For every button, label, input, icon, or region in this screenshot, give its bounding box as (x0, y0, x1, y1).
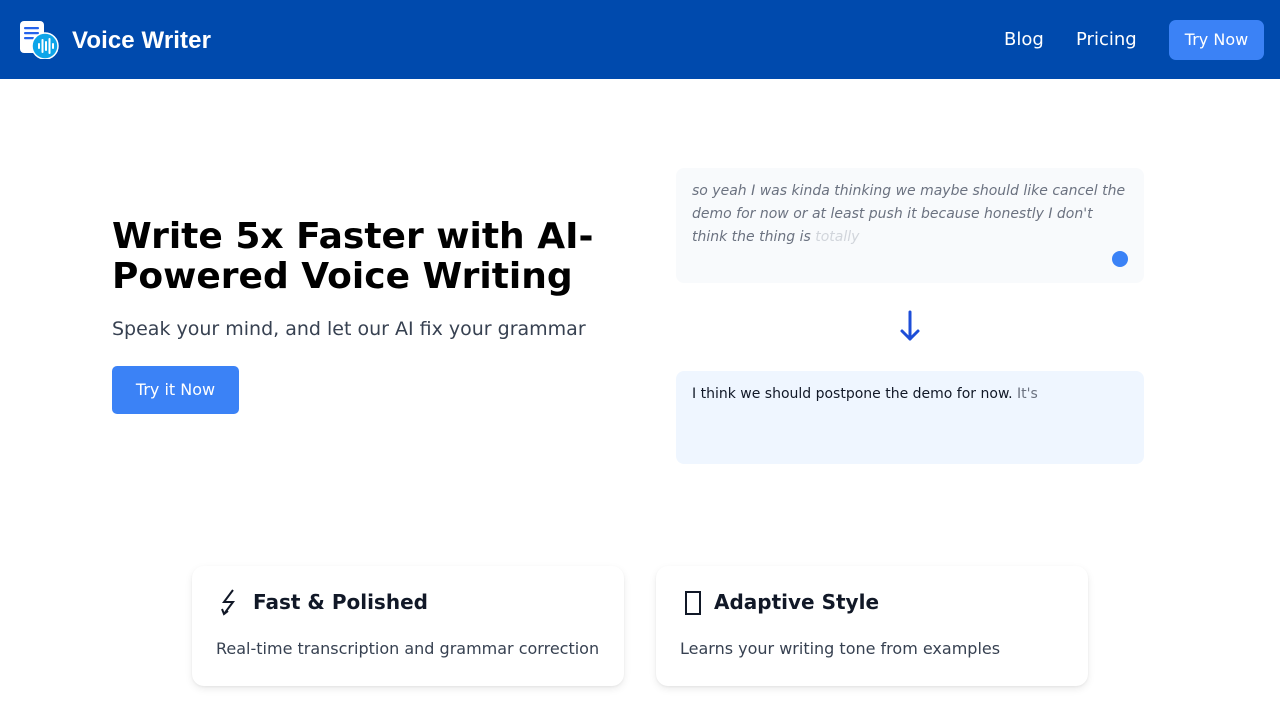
feature-card-adaptive-style: Adaptive Style Learns your writing tone … (656, 566, 1088, 686)
try-it-now-button[interactable]: Try it Now (112, 366, 239, 414)
missing-glyph-icon (680, 584, 706, 618)
recording-indicator (1112, 251, 1128, 267)
polished-output-pending: It's (1017, 386, 1038, 402)
brand-name[interactable]: Voice Writer (72, 26, 211, 56)
feature-description: Learns your writing tone from examples (680, 639, 1001, 658)
try-now-button[interactable]: Try Now (1169, 20, 1264, 60)
raw-transcript-main: so yeah I was kinda thinking we maybe sh… (692, 183, 1126, 245)
document-soundwave-icon[interactable] (18, 19, 60, 60)
polished-output-main: I think we should postpone the demo for … (692, 386, 1013, 402)
feature-title: Adaptive Style (714, 590, 880, 614)
raw-transcript-fading-word: totally (815, 229, 860, 245)
arrow-down-icon (895, 306, 925, 346)
polished-output-box: I think we should postpone the demo for … (676, 371, 1144, 464)
feature-card-fast-polished: Fast & Polished Real-time transcription … (192, 566, 624, 686)
feature-title: Fast & Polished (253, 590, 428, 614)
top-nav: Voice Writer Blog Pricing Try Now (0, 0, 1280, 79)
hero-title: Write 5x Faster with AI-Powered Voice Wr… (112, 216, 594, 297)
nav-link-pricing[interactable]: Pricing (1076, 28, 1137, 52)
polished-output-text: I think we should postpone the demo for … (692, 383, 1128, 405)
hero-subtitle: Speak your mind, and let our AI fix your… (112, 318, 586, 340)
raw-transcript-box: so yeah I was kinda thinking we maybe sh… (676, 168, 1144, 283)
raw-transcript-text: so yeah I was kinda thinking we maybe sh… (692, 180, 1128, 249)
nav-link-blog[interactable]: Blog (1004, 28, 1044, 52)
lightning-icon (216, 584, 242, 618)
feature-description: Real-time transcription and grammar corr… (216, 639, 600, 658)
